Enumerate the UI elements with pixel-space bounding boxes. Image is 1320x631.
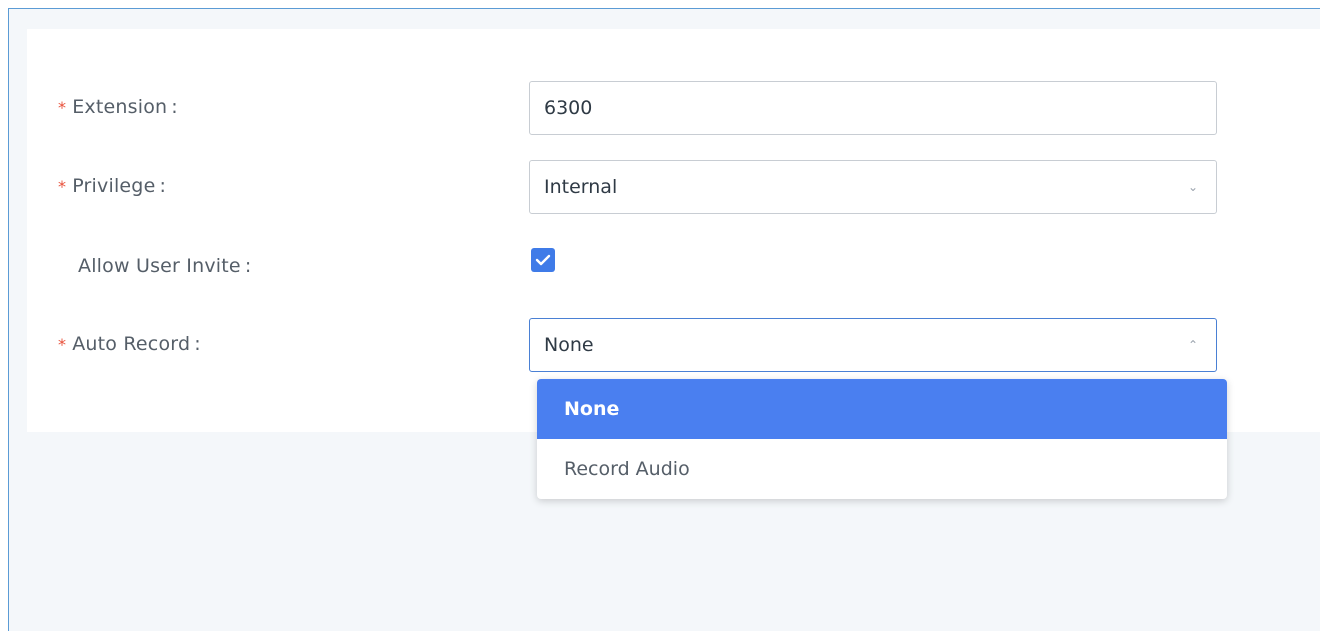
- check-icon: [535, 254, 551, 266]
- auto-record-label-text: Auto Record: [72, 333, 191, 355]
- extension-label-text: Extension: [72, 96, 168, 118]
- privilege-select[interactable]: Internal ⌄: [529, 160, 1217, 214]
- label-colon: :: [244, 255, 252, 277]
- allow-user-invite-label-text: Allow User Invite: [78, 255, 241, 277]
- auto-record-value: None: [544, 334, 594, 356]
- chevron-down-icon: ⌄: [1187, 180, 1198, 194]
- extension-value: 6300: [544, 97, 593, 119]
- auto-record-dropdown: None Record Audio: [537, 379, 1227, 499]
- allow-user-invite-checkbox[interactable]: [531, 248, 555, 272]
- chevron-up-icon: ⌃: [1187, 338, 1198, 352]
- allow-user-invite-label: Allow User Invite:: [78, 255, 251, 277]
- extension-input[interactable]: 6300: [529, 81, 1217, 135]
- auto-record-label: * Auto Record:: [58, 333, 201, 355]
- privilege-label-text: Privilege: [72, 175, 156, 197]
- label-colon: :: [194, 333, 201, 355]
- dropdown-option-record-audio[interactable]: Record Audio: [537, 439, 1227, 499]
- extension-label: * Extension:: [58, 96, 178, 118]
- privilege-label: * Privilege:: [58, 175, 166, 197]
- privilege-value: Internal: [544, 176, 618, 198]
- required-mark: *: [58, 98, 67, 117]
- auto-record-select[interactable]: None ⌃: [529, 318, 1217, 372]
- dropdown-option-none[interactable]: None: [537, 379, 1227, 439]
- required-mark: *: [58, 335, 67, 354]
- label-colon: :: [159, 175, 167, 197]
- label-colon: :: [171, 96, 178, 118]
- required-mark: *: [58, 177, 67, 196]
